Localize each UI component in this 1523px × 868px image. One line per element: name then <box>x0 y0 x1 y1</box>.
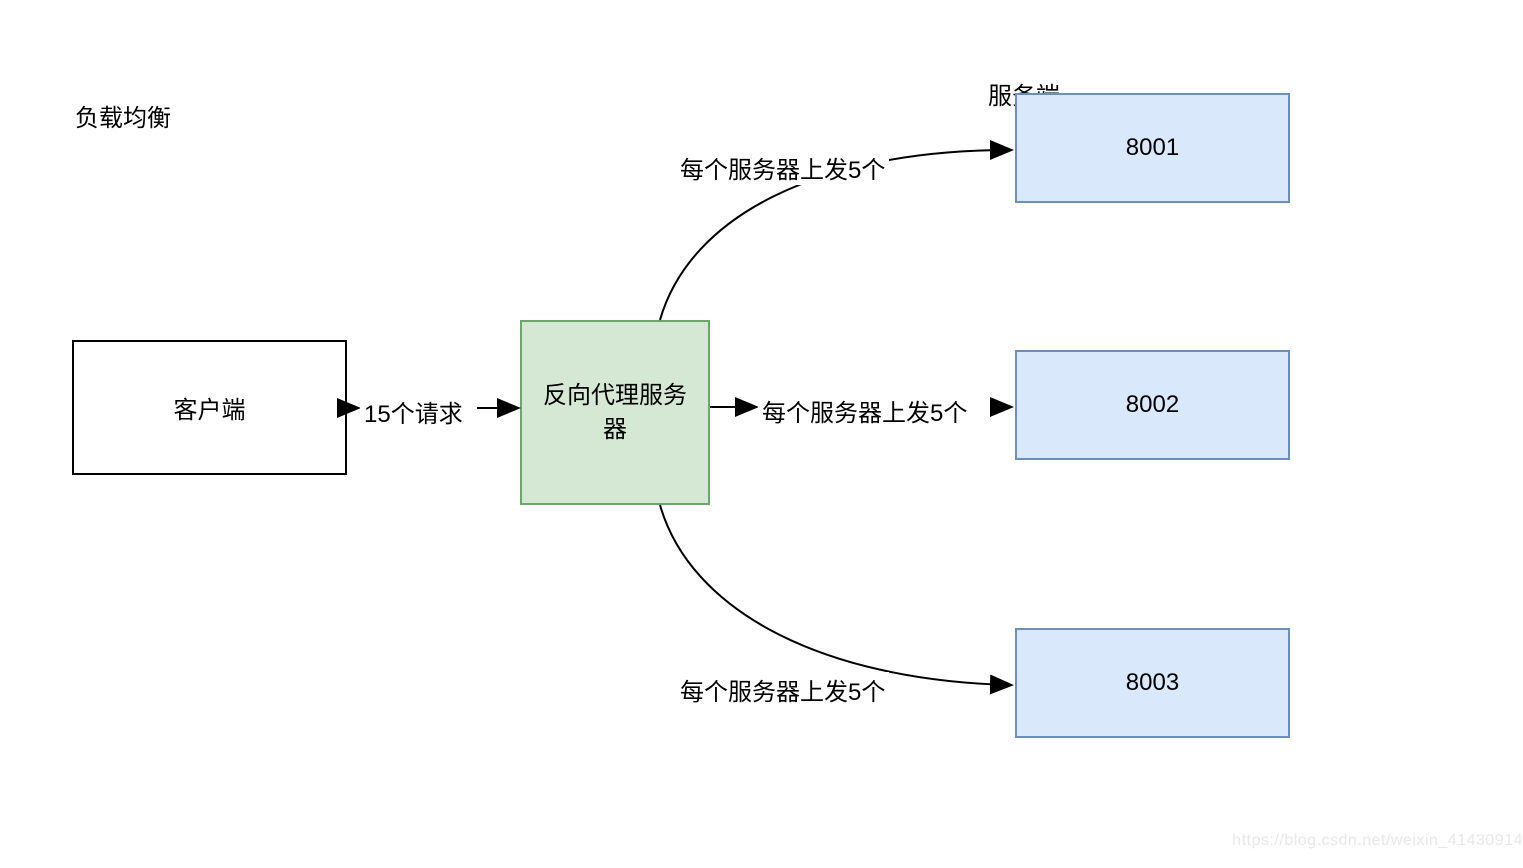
diagram-title: 负载均衡 <box>75 98 171 133</box>
server-3-label: 8003 <box>1126 669 1179 697</box>
server-1-label: 8001 <box>1126 134 1179 162</box>
proxy-label: 反向代理服务 器 <box>543 379 687 446</box>
watermark-text: https://blog.csdn.net/weixin_41430914 <box>1232 832 1523 850</box>
server-node-2: 8002 <box>1015 350 1290 460</box>
edge-label-server3: 每个服务器上发5个 <box>676 672 889 707</box>
client-label: 客户端 <box>174 390 246 425</box>
client-node: 客户端 <box>72 340 347 475</box>
load-balancing-diagram: 负载均衡 服务端 客户端 反向代理服务 器 8001 8002 8003 15个… <box>0 0 1523 868</box>
server-2-label: 8002 <box>1126 391 1179 419</box>
proxy-node: 反向代理服务 器 <box>520 320 710 505</box>
edge-label-requests: 15个请求 <box>360 394 467 429</box>
edge-proxy-server3 <box>660 505 1010 685</box>
edge-label-server2: 每个服务器上发5个 <box>758 393 971 428</box>
edge-label-server1: 每个服务器上发5个 <box>676 150 889 185</box>
server-node-1: 8001 <box>1015 93 1290 203</box>
server-node-3: 8003 <box>1015 628 1290 738</box>
